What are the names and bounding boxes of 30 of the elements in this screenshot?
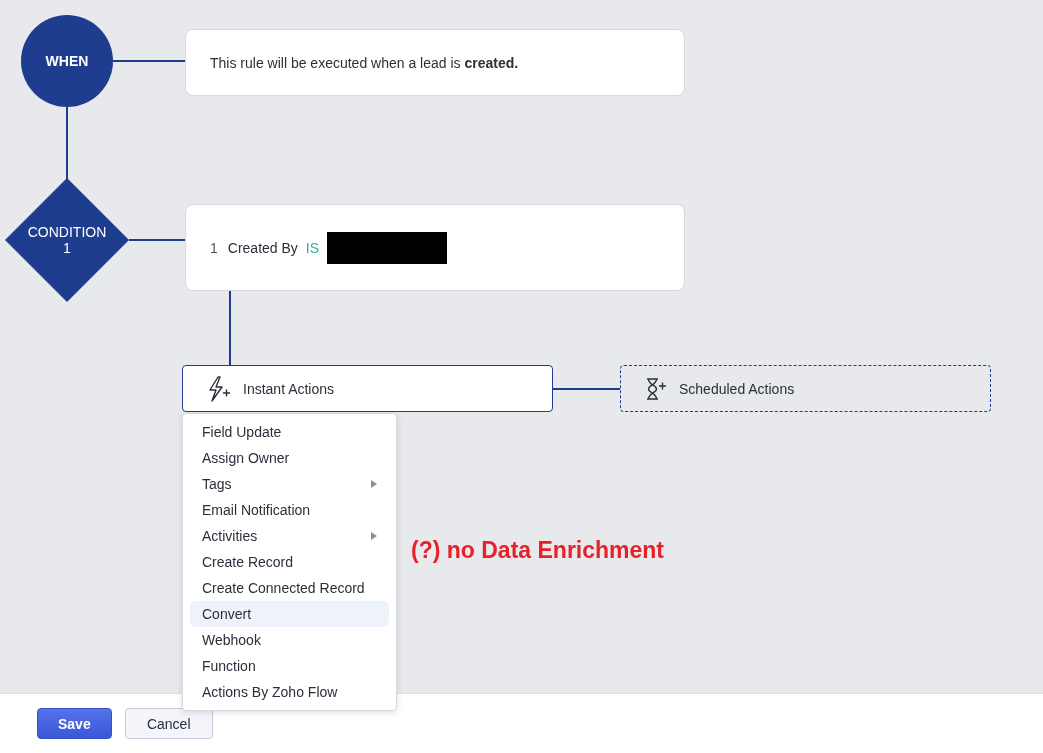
menu-item[interactable]: Function	[190, 653, 389, 679]
submenu-arrow-icon	[371, 480, 377, 488]
menu-item[interactable]: Convert	[190, 601, 389, 627]
menu-item[interactable]: Create Record	[190, 549, 389, 575]
connector-line	[129, 239, 185, 241]
menu-item[interactable]: Create Connected Record	[190, 575, 389, 601]
cancel-button[interactable]: Cancel	[124, 708, 213, 739]
menu-item[interactable]: Tags	[190, 471, 389, 497]
scheduled-actions-button[interactable]: Scheduled Actions	[620, 365, 991, 412]
menu-item[interactable]: Activities	[190, 523, 389, 549]
annotation-text: (?) no Data Enrichment	[411, 537, 664, 564]
when-node: WHEN	[21, 15, 113, 107]
menu-item[interactable]: Email Notification	[190, 497, 389, 523]
menu-item[interactable]: Webhook	[190, 627, 389, 653]
save-button[interactable]: Save	[37, 708, 112, 739]
menu-item[interactable]: Assign Owner	[190, 445, 389, 471]
connector-line	[553, 388, 620, 390]
submenu-arrow-icon	[371, 532, 377, 540]
instant-actions-button[interactable]: Instant Actions	[182, 365, 553, 412]
condition-node: CONDITION 1	[5, 178, 129, 302]
trigger-text: This rule will be executed when a lead is created.	[210, 54, 519, 71]
hourglass-plus-icon	[645, 377, 667, 400]
connector-line	[66, 107, 68, 179]
condition-number: 1	[210, 239, 218, 256]
condition-field: Created By	[227, 239, 298, 256]
menu-item[interactable]: Field Update	[190, 419, 389, 445]
connector-line	[113, 60, 185, 62]
lightning-plus-icon	[207, 375, 231, 402]
menu-item[interactable]: Actions By Zoho Flow	[190, 679, 389, 705]
condition-operator: IS	[305, 239, 320, 256]
